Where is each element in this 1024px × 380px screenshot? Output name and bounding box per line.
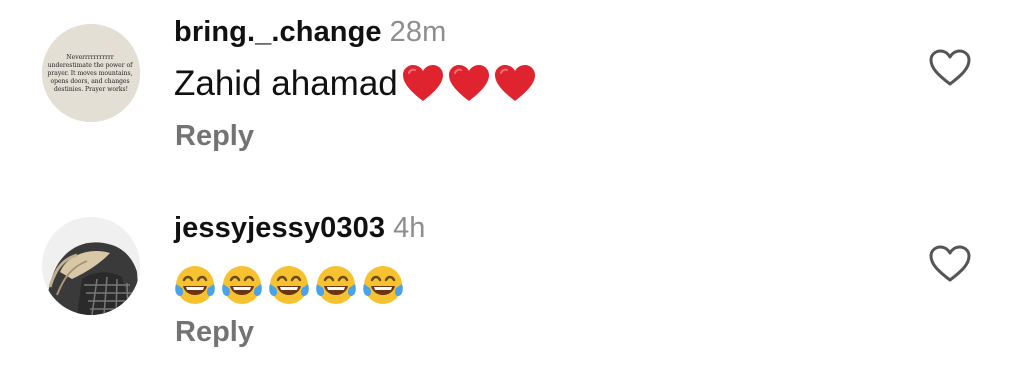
reply-button[interactable]: Reply <box>175 316 254 349</box>
like-button[interactable] <box>928 244 972 284</box>
face-with-tears-of-joy-emoji-icon <box>175 266 215 304</box>
avatar[interactable]: Neverrrrrrrrrrr underestimate the power … <box>42 24 140 122</box>
avatar-photo-image <box>42 217 140 315</box>
face-with-tears-of-joy-emoji-icon <box>363 266 403 304</box>
avatar[interactable] <box>42 217 140 315</box>
comment-item: jessyjessy0303 4h Reply <box>0 190 1024 380</box>
face-with-tears-of-joy-emoji-icon <box>269 266 309 304</box>
red-heart-emoji-icon <box>448 65 489 101</box>
comment-username[interactable]: jessyjessy0303 4h <box>174 212 426 245</box>
red-heart-emoji-icon <box>494 65 535 101</box>
like-button[interactable] <box>928 48 972 88</box>
heart-outline-icon <box>929 49 971 86</box>
reply-button[interactable]: Reply <box>175 120 254 153</box>
face-with-tears-of-joy-emoji-icon <box>316 266 356 304</box>
comment-item: Neverrrrrrrrrrr underestimate the power … <box>0 0 1024 190</box>
comment-text: Zahid ahamad <box>174 64 540 104</box>
comment-timestamp: 28m <box>389 16 447 48</box>
red-heart-emoji-icon <box>402 65 443 101</box>
username-text[interactable]: jessyjessy0303 <box>174 212 385 244</box>
avatar-quote-image: Neverrrrrrrrrrr underestimate the power … <box>42 24 140 122</box>
username-text[interactable]: bring._.change <box>174 16 382 48</box>
comment-timestamp: 4h <box>393 212 426 244</box>
face-with-tears-of-joy-emoji-icon <box>222 266 262 304</box>
comment-username[interactable]: bring._.change 28m <box>174 16 446 49</box>
heart-outline-icon <box>929 245 971 282</box>
comment-text <box>174 264 409 306</box>
comment-text-body: Zahid ahamad <box>174 64 398 103</box>
